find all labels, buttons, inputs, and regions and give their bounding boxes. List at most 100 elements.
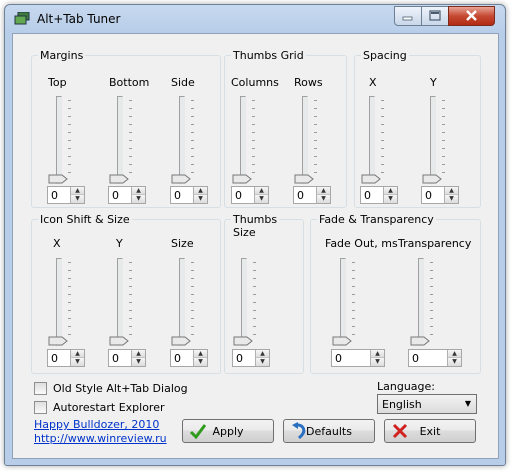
thumbs-rows-slider[interactable] bbox=[294, 96, 317, 184]
author-link[interactable]: Happy Bulldozer, 2010 bbox=[34, 418, 159, 432]
slider-thumb-icon bbox=[232, 174, 252, 184]
thumbs-size-slider[interactable] bbox=[233, 258, 256, 346]
autorestart-checkbox[interactable] bbox=[34, 401, 47, 414]
spin-down-icon[interactable]: ▼ bbox=[370, 358, 384, 366]
slider-thumb-icon bbox=[109, 174, 129, 184]
close-button[interactable] bbox=[448, 6, 495, 26]
slider-ticks bbox=[129, 262, 132, 342]
defaults-button[interactable]: Defaults bbox=[283, 419, 375, 443]
slider-thumb-icon bbox=[332, 336, 352, 346]
fade-out-spinner[interactable]: 0 ▲ ▼ bbox=[331, 349, 385, 367]
spin-down-icon[interactable]: ▼ bbox=[383, 195, 397, 203]
icon-shift-y-label: Y bbox=[116, 237, 123, 250]
spin-down-icon[interactable]: ▼ bbox=[70, 358, 84, 366]
spin-up-icon[interactable]: ▲ bbox=[383, 187, 397, 195]
thumbs-columns-slider[interactable] bbox=[232, 96, 255, 184]
spinner-value: 0 bbox=[425, 189, 432, 202]
spin-down-icon[interactable]: ▼ bbox=[193, 195, 207, 203]
spinner-value: 0 bbox=[297, 189, 304, 202]
spinner-value: 0 bbox=[174, 189, 181, 202]
icon-shift-x-spinner[interactable]: 0 ▲ ▼ bbox=[47, 349, 85, 367]
minimize-icon bbox=[402, 16, 413, 21]
transparency-spinner[interactable]: 0 ▲ ▼ bbox=[408, 349, 462, 367]
spin-up-icon[interactable]: ▲ bbox=[447, 350, 461, 358]
spinner-value: 0 bbox=[174, 352, 181, 365]
icon-shift-x-slider[interactable] bbox=[48, 258, 71, 346]
fade-out-slider[interactable] bbox=[332, 258, 355, 346]
spin-down-icon[interactable]: ▼ bbox=[193, 358, 207, 366]
slider-ticks bbox=[68, 262, 71, 342]
icon-size-slider[interactable] bbox=[171, 258, 194, 346]
thumbs-size-spinner[interactable]: 0 ▲ ▼ bbox=[232, 349, 270, 367]
old-style-label[interactable]: Old Style Alt+Tab Dialog bbox=[53, 382, 188, 395]
margins-top-label: Top bbox=[48, 76, 67, 89]
spin-up-icon[interactable]: ▲ bbox=[131, 187, 145, 195]
thumbs-size-title: Thumbs Size bbox=[231, 213, 280, 239]
fade-out-label: Fade Out, ms bbox=[325, 237, 398, 250]
spin-down-icon[interactable]: ▼ bbox=[131, 358, 145, 366]
spin-up-icon[interactable]: ▲ bbox=[255, 350, 269, 358]
icon-shift-y-slider[interactable] bbox=[109, 258, 132, 346]
spacing-x-slider[interactable] bbox=[361, 96, 384, 184]
spin-down-icon[interactable]: ▼ bbox=[444, 195, 458, 203]
slider-ticks bbox=[191, 100, 194, 180]
spin-down-icon[interactable]: ▼ bbox=[70, 195, 84, 203]
thumbs-columns-spinner[interactable]: 0 ▲ ▼ bbox=[231, 186, 269, 204]
website-link[interactable]: http://www.winreview.ru bbox=[34, 432, 167, 446]
spacing-y-slider[interactable] bbox=[422, 96, 445, 184]
language-select[interactable]: English ▼ bbox=[377, 394, 477, 414]
slider-ticks bbox=[442, 100, 445, 180]
spin-down-icon[interactable]: ▼ bbox=[255, 358, 269, 366]
slider-ticks bbox=[381, 100, 384, 180]
icon-size-spinner[interactable]: 0 ▲ ▼ bbox=[170, 349, 208, 367]
spin-up-icon[interactable]: ▲ bbox=[193, 350, 207, 358]
spin-up-icon[interactable]: ▲ bbox=[444, 187, 458, 195]
minimize-button[interactable] bbox=[394, 6, 422, 26]
client-area: Margins Top Bottom Side 0 ▲ ▼ 0 ▲ ▼ 0 ▲ ▼ Thum… bbox=[12, 33, 499, 459]
spin-down-icon[interactable]: ▼ bbox=[131, 195, 145, 203]
exit-button[interactable]: Exit bbox=[384, 419, 476, 443]
slider-thumb-icon bbox=[48, 174, 68, 184]
icon-shift-y-spinner[interactable]: 0 ▲ ▼ bbox=[108, 349, 146, 367]
spin-up-icon[interactable]: ▲ bbox=[70, 350, 84, 358]
spinner-value: 0 bbox=[412, 352, 419, 365]
spin-up-icon[interactable]: ▲ bbox=[370, 350, 384, 358]
spin-down-icon[interactable]: ▼ bbox=[316, 195, 330, 203]
title-bar[interactable]: Alt+Tab Tuner bbox=[5, 5, 505, 33]
transparency-slider[interactable] bbox=[410, 258, 433, 346]
thumbs-grid-title: Thumbs Grid bbox=[231, 49, 306, 62]
spacing-group: Spacing X Y 0 ▲ ▼ 0 ▲ ▼ bbox=[354, 49, 481, 208]
slider-thumb-icon bbox=[109, 336, 129, 346]
apply-button[interactable]: Apply bbox=[182, 419, 274, 443]
spacing-x-spinner[interactable]: 0 ▲ ▼ bbox=[360, 186, 398, 204]
thumbs-rows-spinner[interactable]: 0 ▲ ▼ bbox=[293, 186, 331, 204]
slider-ticks bbox=[252, 100, 255, 180]
old-style-checkbox[interactable] bbox=[34, 382, 47, 395]
slider-track bbox=[56, 258, 62, 346]
autorestart-label[interactable]: Autorestart Explorer bbox=[53, 401, 165, 414]
spin-down-icon[interactable]: ▼ bbox=[447, 358, 461, 366]
margins-top-spinner[interactable]: 0 ▲ ▼ bbox=[47, 186, 85, 204]
spin-up-icon[interactable]: ▲ bbox=[193, 187, 207, 195]
transparency-label: Transparency bbox=[398, 237, 472, 250]
margins-bottom-spinner[interactable]: 0 ▲ ▼ bbox=[108, 186, 146, 204]
spinner-value: 0 bbox=[51, 189, 58, 202]
spin-down-icon[interactable]: ▼ bbox=[254, 195, 268, 203]
spin-up-icon[interactable]: ▲ bbox=[70, 187, 84, 195]
margins-bottom-slider[interactable] bbox=[109, 96, 132, 184]
language-label: Language: bbox=[377, 380, 435, 393]
spin-up-icon[interactable]: ▲ bbox=[254, 187, 268, 195]
exit-label: Exit bbox=[419, 425, 441, 438]
spacing-y-spinner[interactable]: 0 ▲ ▼ bbox=[421, 186, 459, 204]
margins-side-slider[interactable] bbox=[171, 96, 194, 184]
margins-side-spinner[interactable]: 0 ▲ ▼ bbox=[170, 186, 208, 204]
spinner-value: 0 bbox=[112, 189, 119, 202]
maximize-button[interactable] bbox=[421, 6, 449, 26]
margins-top-slider[interactable] bbox=[48, 96, 71, 184]
spin-up-icon[interactable]: ▲ bbox=[316, 187, 330, 195]
icon-size-label: Size bbox=[171, 237, 194, 250]
slider-track bbox=[179, 96, 185, 184]
slider-track bbox=[340, 258, 346, 346]
thumbs-grid-group: Thumbs Grid Columns Rows 0 ▲ ▼ 0 ▲ ▼ bbox=[224, 49, 347, 208]
spin-up-icon[interactable]: ▲ bbox=[131, 350, 145, 358]
